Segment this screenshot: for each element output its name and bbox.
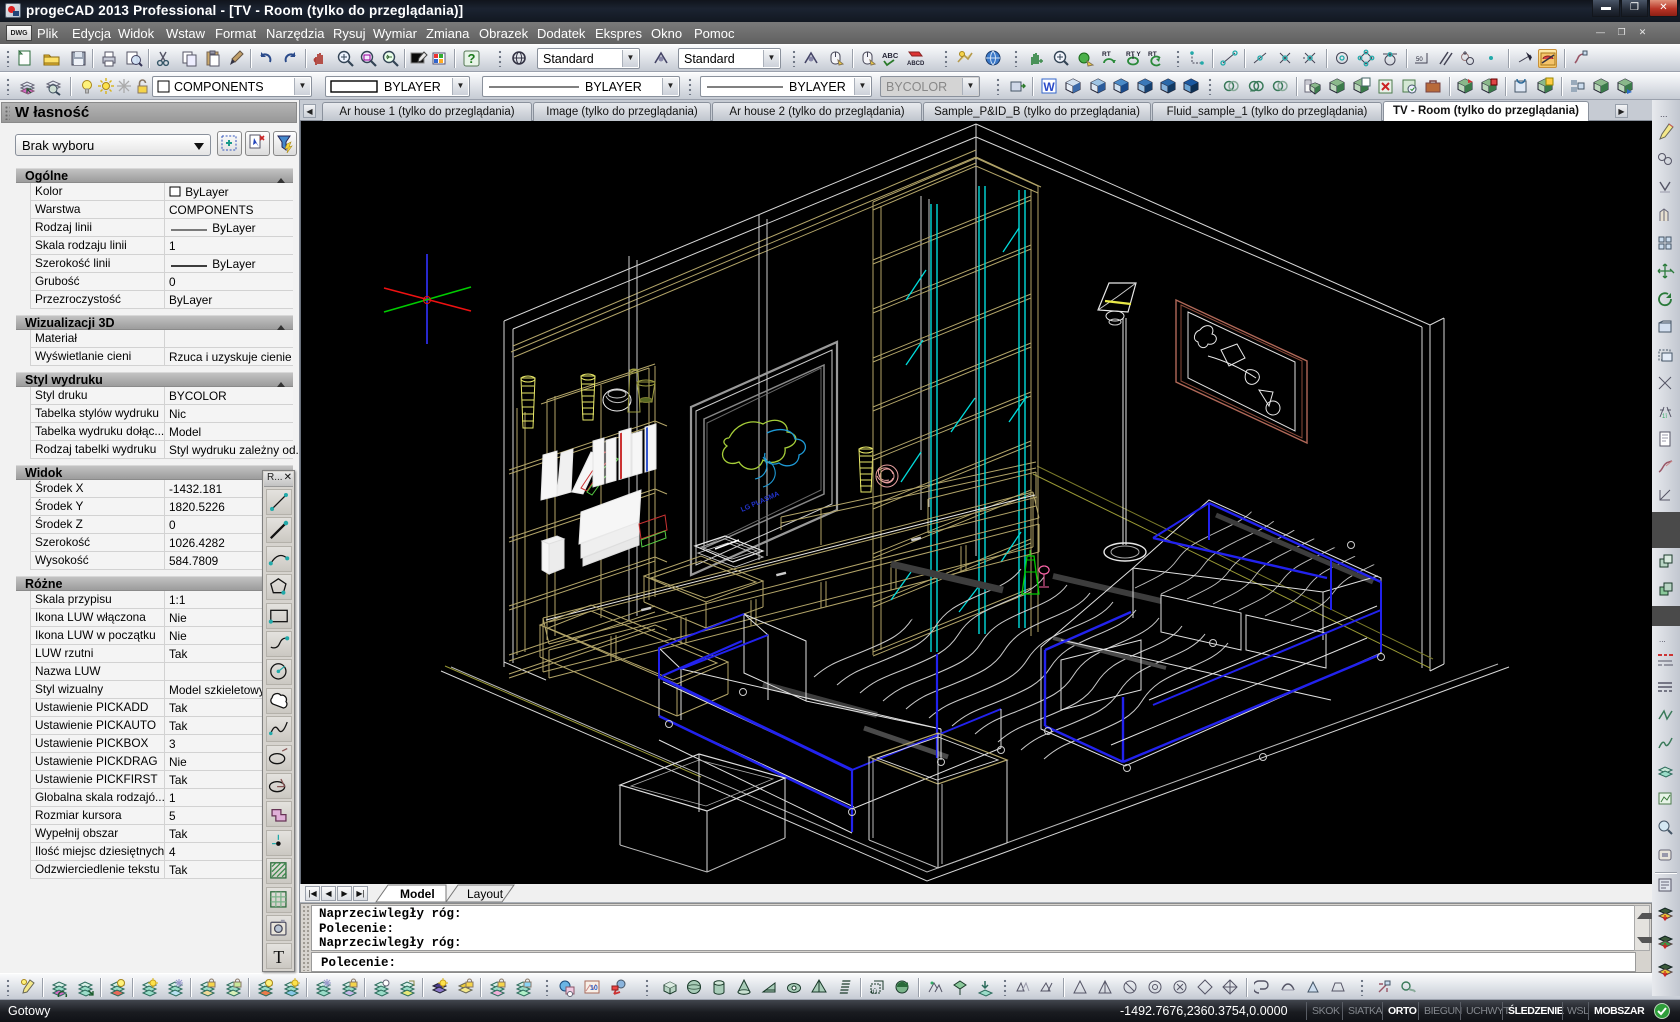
svg-text:T: T — [273, 947, 284, 967]
svg-text:ABC: ABC — [882, 51, 899, 60]
svg-text:RT: RT — [1102, 51, 1111, 58]
svg-text:10: 10 — [590, 985, 598, 992]
svg-text:...: ... — [1659, 635, 1666, 644]
svg-text:W: W — [1043, 80, 1055, 94]
svg-text:?: ? — [468, 51, 476, 66]
svg-text:1î: 1î — [1662, 414, 1667, 420]
svg-text:50: 50 — [1416, 57, 1423, 63]
svg-text:tŪ: tŪ — [871, 989, 877, 996]
svg-text:Model: Model — [400, 887, 435, 901]
svg-text:...: ... — [1660, 109, 1668, 119]
svg-text:LG PLASMA: LG PLASMA — [740, 491, 781, 514]
svg-text:Layout: Layout — [467, 887, 504, 901]
svg-text:ABCD: ABCD — [907, 61, 925, 67]
